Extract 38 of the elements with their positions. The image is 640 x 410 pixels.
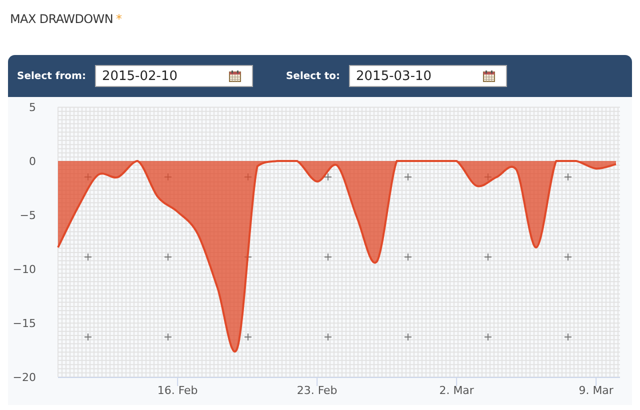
y-axis-label: 5 — [29, 101, 36, 114]
plus-mark — [484, 253, 492, 261]
x-axis-label: 23. Feb — [296, 384, 338, 397]
y-axis-label: −5 — [20, 209, 36, 222]
section-title: MAX DRAWDOWN — [10, 11, 114, 28]
tick-mark — [456, 376, 458, 386]
plus-mark — [564, 173, 572, 181]
calendar-icon[interactable] — [228, 70, 241, 82]
plus-mark — [324, 333, 332, 341]
plus-mark — [244, 333, 252, 341]
tick-mark — [316, 376, 318, 386]
y-axis-label: 0 — [29, 155, 36, 168]
plus-mark — [404, 173, 412, 181]
tick-mark — [177, 376, 178, 386]
tick-mark — [596, 376, 597, 386]
plus-mark — [564, 333, 572, 341]
plus-mark — [404, 253, 412, 261]
y-axis-label: −10 — [12, 263, 36, 276]
plus-mark — [324, 173, 332, 181]
plus-mark — [564, 253, 572, 261]
x-axis-label: 2. Mar — [439, 384, 474, 397]
plus-mark — [404, 333, 412, 341]
plus-mark — [324, 253, 332, 261]
date-field[interactable]: 2015-03-10 — [349, 65, 508, 87]
plus-mark — [164, 253, 172, 261]
plus-mark — [164, 333, 172, 341]
plus-mark — [84, 253, 92, 261]
plus-mark — [84, 333, 92, 341]
y-axis-label: −20 — [12, 371, 36, 384]
y-axis-label: −15 — [12, 317, 36, 330]
calendar-icon[interactable] — [483, 70, 496, 82]
field-label: Select from: — [17, 70, 86, 84]
plus-mark — [484, 333, 492, 341]
required-mark: * — [116, 11, 122, 28]
x-axis-label: 9. Mar — [578, 384, 614, 397]
x-axis-label: 16. Feb — [157, 384, 198, 397]
date-field[interactable]: 2015-02-10 — [94, 65, 253, 87]
field-label: Select to: — [286, 70, 340, 84]
